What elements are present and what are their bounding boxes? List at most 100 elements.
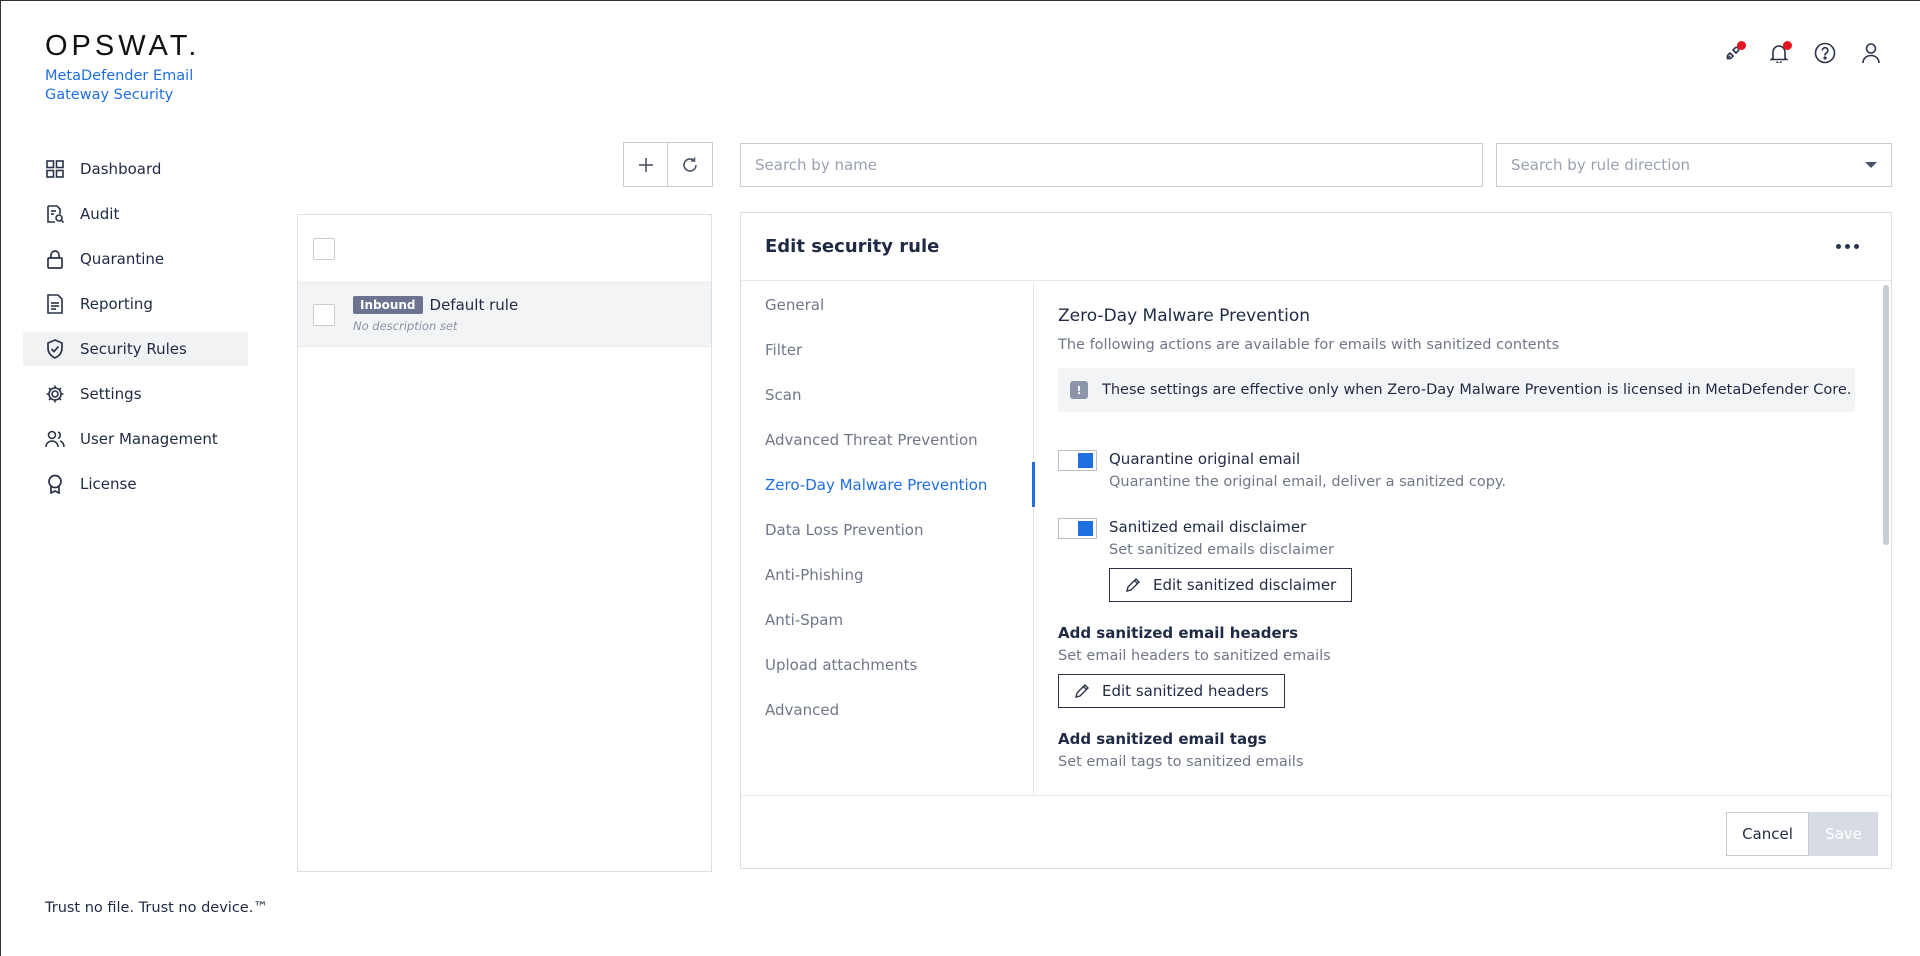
sidebar-item-user-management[interactable]: User Management bbox=[23, 422, 248, 456]
row-checkbox[interactable] bbox=[313, 303, 335, 326]
sidebar-item-label: Audit bbox=[80, 205, 120, 223]
more-options-icon[interactable] bbox=[1828, 236, 1867, 257]
document-icon bbox=[45, 294, 65, 314]
headers-title: Add sanitized email headers bbox=[1058, 624, 1298, 642]
tags-option: Add sanitized email tags Set email tags … bbox=[1058, 730, 1868, 770]
plus-icon bbox=[638, 157, 653, 172]
tab-anti-phishing[interactable]: Anti-Phishing bbox=[741, 552, 1033, 597]
notification-dot bbox=[1737, 41, 1746, 50]
bell-icon[interactable] bbox=[1766, 40, 1792, 66]
tab-upload-attachments[interactable]: Upload attachments bbox=[741, 642, 1033, 687]
tab-anti-spam[interactable]: Anti-Spam bbox=[741, 597, 1033, 642]
section-subtitle: The following actions are available for … bbox=[1058, 337, 1560, 353]
sidebar-item-label: Reporting bbox=[80, 295, 153, 313]
content-scrollbar[interactable] bbox=[1883, 285, 1889, 790]
rule-list-header bbox=[298, 215, 711, 283]
refresh-icon bbox=[683, 157, 697, 172]
tab-advanced[interactable]: Advanced bbox=[741, 687, 1033, 732]
user-icon[interactable] bbox=[1858, 40, 1884, 66]
window-left-border bbox=[0, 0, 1, 956]
tab-data-loss-prevention[interactable]: Data Loss Prevention bbox=[741, 507, 1033, 552]
rule-text: Inbound Default rule No description set bbox=[353, 296, 518, 333]
edit-security-rule-panel: Edit security rule General Filter Scan A… bbox=[740, 212, 1892, 869]
tagline: Trust no file. Trust no device.™ bbox=[45, 900, 268, 916]
section-title: Zero-Day Malware Prevention bbox=[1058, 306, 1311, 326]
rule-direction-select[interactable]: Search by rule direction bbox=[1496, 143, 1892, 187]
quarantine-subtitle: Quarantine the original email, deliver a… bbox=[1109, 474, 1507, 490]
edit-panel-title: Edit security rule bbox=[765, 236, 940, 257]
add-rule-button[interactable] bbox=[623, 142, 668, 187]
sidebar-item-label: Settings bbox=[80, 385, 142, 403]
search-by-name-input[interactable] bbox=[740, 143, 1483, 187]
cancel-button[interactable]: Cancel bbox=[1726, 812, 1809, 856]
headers-subtitle: Set email headers to sanitized emails bbox=[1058, 648, 1331, 664]
chevron-down-icon bbox=[1865, 162, 1877, 168]
edit-disclaimer-label: Edit sanitized disclaimer bbox=[1153, 576, 1337, 594]
sidebar-item-dashboard[interactable]: Dashboard bbox=[23, 152, 248, 186]
audit-icon bbox=[45, 204, 65, 224]
quarantine-toggle[interactable] bbox=[1058, 450, 1097, 471]
sidebar-nav: Dashboard Audit Quarantine Reporting Sec… bbox=[23, 152, 248, 512]
scrollbar-thumb[interactable] bbox=[1883, 285, 1889, 545]
headers-option: Add sanitized email headers Set email he… bbox=[1058, 624, 1868, 708]
users-icon bbox=[45, 429, 65, 449]
edit-panel-header: Edit security rule bbox=[741, 213, 1891, 281]
pencil-icon bbox=[1075, 684, 1089, 698]
rule-direction-placeholder: Search by rule direction bbox=[1511, 156, 1691, 174]
help-icon[interactable] bbox=[1812, 40, 1838, 66]
sidebar-item-label: Dashboard bbox=[80, 160, 162, 178]
sidebar-item-security-rules[interactable]: Security Rules bbox=[23, 332, 248, 366]
tab-advanced-threat-prevention[interactable]: Advanced Threat Prevention bbox=[741, 417, 1033, 462]
edit-headers-label: Edit sanitized headers bbox=[1102, 682, 1269, 700]
rule-name: Default rule bbox=[429, 296, 519, 314]
table-row[interactable]: Inbound Default rule No description set bbox=[298, 283, 711, 347]
select-all-checkbox[interactable] bbox=[313, 237, 335, 260]
header-actions bbox=[1720, 40, 1884, 66]
disclaimer-title: Sanitized email disclaimer bbox=[1109, 518, 1307, 536]
gear-icon bbox=[45, 384, 65, 404]
sidebar-item-settings[interactable]: Settings bbox=[23, 377, 248, 411]
sidebar-item-license[interactable]: License bbox=[23, 467, 248, 501]
opswat-logo: OPSWAT. bbox=[45, 30, 201, 62]
license-info-box: ! These settings are effective only when… bbox=[1058, 368, 1855, 412]
sidebar-item-audit[interactable]: Audit bbox=[23, 197, 248, 231]
rule-list-toolbar bbox=[623, 142, 713, 187]
rule-section-tabs: General Filter Scan Advanced Threat Prev… bbox=[741, 282, 1035, 794]
sidebar-item-label: Security Rules bbox=[80, 340, 187, 358]
sidebar-item-quarantine[interactable]: Quarantine bbox=[23, 242, 248, 276]
sidebar-item-label: Quarantine bbox=[80, 250, 165, 268]
sidebar-item-label: License bbox=[80, 475, 137, 493]
disclaimer-toggle[interactable] bbox=[1058, 518, 1097, 539]
info-icon: ! bbox=[1070, 381, 1088, 399]
notification-dot bbox=[1783, 41, 1792, 50]
pencil-icon bbox=[1126, 578, 1140, 592]
edit-headers-button[interactable]: Edit sanitized headers bbox=[1058, 674, 1285, 708]
rule-description: No description set bbox=[353, 319, 458, 333]
tab-general[interactable]: General bbox=[741, 282, 1033, 327]
tab-zero-day-malware-prevention[interactable]: Zero-Day Malware Prevention bbox=[741, 462, 1035, 507]
shield-check-icon bbox=[45, 339, 65, 359]
license-info-text: These settings are effective only when Z… bbox=[1102, 382, 1852, 398]
tags-title: Add sanitized email tags bbox=[1058, 730, 1267, 748]
refresh-button[interactable] bbox=[668, 142, 713, 187]
sidebar-item-label: User Management bbox=[80, 430, 218, 448]
direction-badge: Inbound bbox=[353, 296, 423, 314]
lock-icon bbox=[45, 249, 65, 269]
brand: OPSWAT. MetaDefender Email Gateway Secur… bbox=[45, 30, 205, 105]
edit-panel-footer: Cancel Save bbox=[741, 795, 1891, 869]
tags-subtitle: Set email tags to sanitized emails bbox=[1058, 754, 1304, 770]
zero-day-settings-content: Zero-Day Malware Prevention The followin… bbox=[1058, 282, 1868, 794]
tab-filter[interactable]: Filter bbox=[741, 327, 1033, 372]
disclaimer-option: Sanitized email disclaimer Set sanitized… bbox=[1058, 518, 1868, 602]
save-button[interactable]: Save bbox=[1809, 812, 1878, 856]
quarantine-option: Quarantine original email Quarantine the… bbox=[1058, 450, 1868, 490]
dashboard-icon bbox=[45, 159, 65, 179]
product-name: MetaDefender Email Gateway Security bbox=[45, 68, 194, 103]
disclaimer-subtitle: Set sanitized emails disclaimer bbox=[1109, 542, 1334, 558]
sidebar-item-reporting[interactable]: Reporting bbox=[23, 287, 248, 321]
quarantine-title: Quarantine original email bbox=[1109, 450, 1301, 468]
edit-disclaimer-button[interactable]: Edit sanitized disclaimer bbox=[1109, 568, 1353, 602]
plug-icon[interactable] bbox=[1720, 40, 1746, 66]
tab-scan[interactable]: Scan bbox=[741, 372, 1033, 417]
award-icon bbox=[45, 474, 65, 494]
